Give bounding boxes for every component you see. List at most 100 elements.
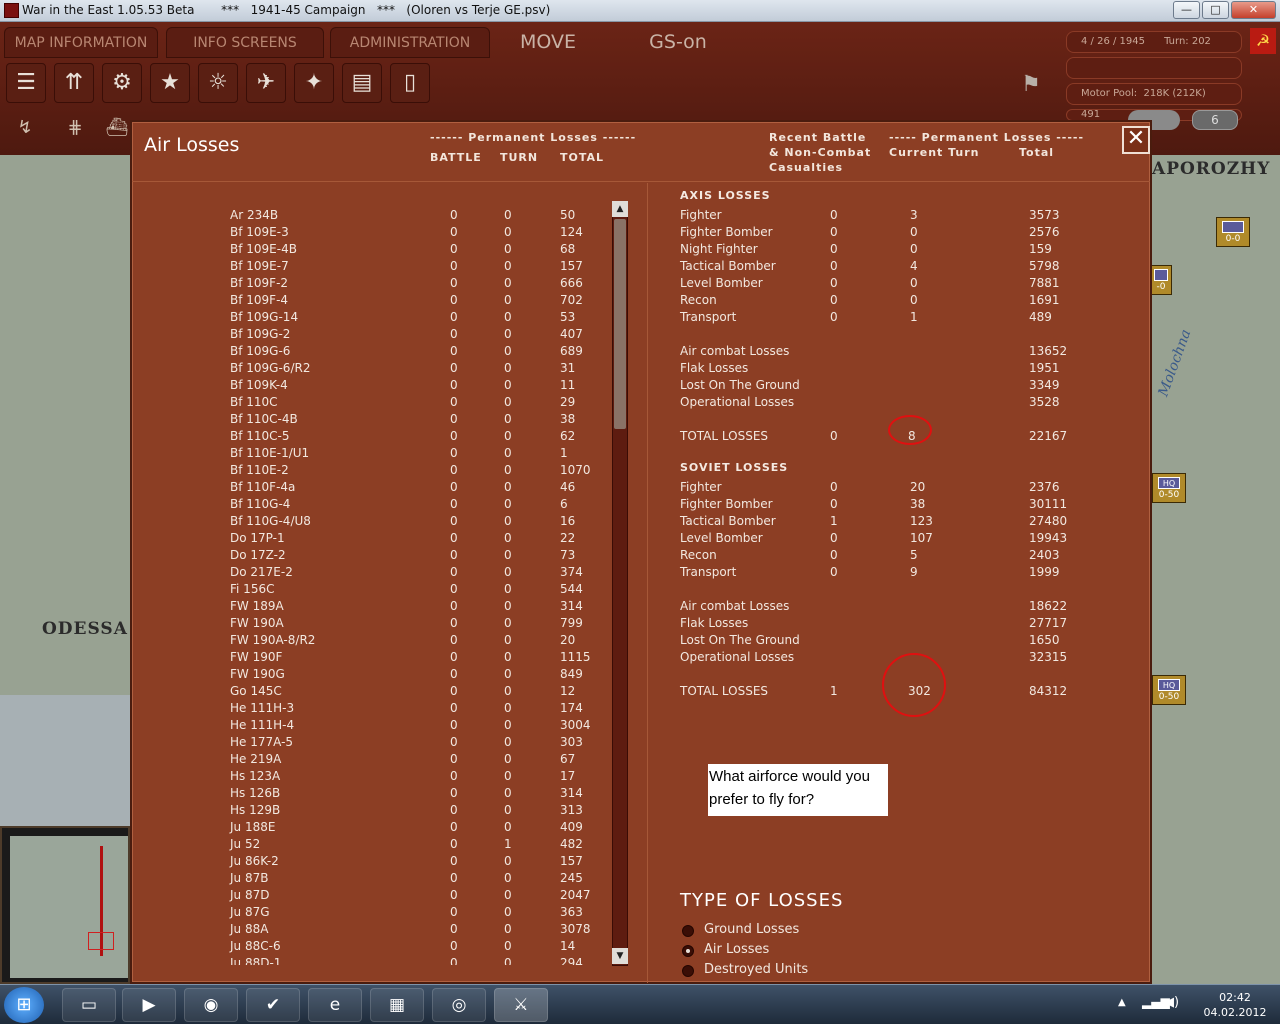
aircraft-row[interactable]: Do 17Z-2 0 0 73 [132, 546, 612, 563]
path-filter-icon[interactable]: ↯ [8, 112, 42, 144]
media-player-icon[interactable]: ▶ [122, 988, 176, 1022]
aircraft-row[interactable]: Ju 188E 0 0 409 [132, 818, 612, 835]
units-icon[interactable]: ⇈ [54, 63, 94, 103]
card-icon[interactable]: ▯ [390, 63, 430, 103]
gs-toggle-button[interactable]: GS-on [630, 27, 726, 58]
aircraft-row[interactable]: Bf 110G-4/U8 0 0 16 [132, 512, 612, 529]
scrollbar-thumb[interactable] [614, 219, 626, 429]
aircraft-row[interactable]: Ju 87B 0 0 245 [132, 869, 612, 886]
aircraft-row[interactable]: Go 145C 0 0 12 [132, 682, 612, 699]
aircraft-row[interactable]: Bf 110C-4B 0 0 38 [132, 410, 612, 427]
map-unit-counter[interactable]: -0 [1150, 265, 1172, 295]
aircraft-name: Go 145C [230, 684, 282, 698]
aircraft-row[interactable]: Bf 109F-4 0 0 702 [132, 291, 612, 308]
aircraft-row[interactable]: Bf 109E-7 0 0 157 [132, 257, 612, 274]
aircraft-row[interactable]: Bf 110G-4 0 0 6 [132, 495, 612, 512]
aircraft-row[interactable]: Do 217E-2 0 0 374 [132, 563, 612, 580]
minimap[interactable] [0, 826, 130, 984]
radio-air-losses[interactable] [682, 945, 694, 957]
aircraft-row[interactable]: Ju 87G 0 0 363 [132, 903, 612, 920]
aircraft-row[interactable]: Bf 110E-2 0 0 1070 [132, 461, 612, 478]
scroll-up-button[interactable]: ▲ [612, 201, 628, 217]
aircraft-row[interactable]: Ju 86K-2 0 0 157 [132, 852, 612, 869]
aircraft-row[interactable]: FW 190A 0 0 799 [132, 614, 612, 631]
aircraft-row[interactable]: Do 17P-1 0 0 22 [132, 529, 612, 546]
aircraft-row[interactable]: Ju 52 0 1 482 [132, 835, 612, 852]
aircraft-row[interactable]: He 111H-4 0 0 3004 [132, 716, 612, 733]
axis-total: 3573 [1029, 208, 1060, 222]
aircraft-name: Bf 109E-3 [230, 225, 289, 239]
volume-icon[interactable]: ◀) [1164, 995, 1179, 1010]
aircraft-row[interactable]: Bf 110F-4a 0 0 46 [132, 478, 612, 495]
aircraft-turn: 0 [504, 310, 512, 324]
aircraft-row[interactable]: Bf 110E-1/U1 0 0 1 [132, 444, 612, 461]
tab-info-screens[interactable]: INFO SCREENS [166, 27, 324, 58]
start-button[interactable]: ⊞ [4, 987, 44, 1023]
aircraft-row[interactable]: FW 190A-8/R2 0 0 20 [132, 631, 612, 648]
aircraft-row[interactable]: Fi 156C 0 0 544 [132, 580, 612, 597]
aircraft-row[interactable]: Ju 88C-6 0 0 14 [132, 937, 612, 954]
aircraft-row[interactable]: Bf 109K-4 0 0 11 [132, 376, 612, 393]
aircraft-row[interactable]: Bf 109E-4B 0 0 68 [132, 240, 612, 257]
aircraft-row[interactable]: Hs 123A 0 0 17 [132, 767, 612, 784]
label-air-losses[interactable]: Air Losses [704, 942, 769, 957]
clock[interactable]: 02:42 04.02.2012 [1200, 990, 1270, 1020]
close-window-button[interactable]: ✕ [1231, 1, 1276, 19]
aircraft-row[interactable]: Ju 88D-1 0 0 294 [132, 954, 612, 965]
close-dialog-button[interactable]: ✕ [1122, 126, 1150, 154]
gear-icon[interactable]: ⚙ [102, 63, 142, 103]
aircraft-row[interactable]: Bf 110C-5 0 0 62 [132, 427, 612, 444]
spotify-icon[interactable]: ◎ [432, 988, 486, 1022]
radio-destroyed-units[interactable] [682, 965, 694, 977]
radio-ground-losses[interactable] [682, 925, 694, 937]
aircraft-row[interactable]: Bf 109G-2 0 0 407 [132, 325, 612, 342]
tab-administration[interactable]: ADMINISTRATION [330, 27, 490, 58]
aircraft-row[interactable]: Ju 88A 0 0 3078 [132, 920, 612, 937]
aircraft-row[interactable]: Bf 110C 0 0 29 [132, 393, 612, 410]
aircraft-row[interactable]: Bf 109E-3 0 0 124 [132, 223, 612, 240]
star-icon[interactable]: ★ [150, 63, 190, 103]
minimize-button[interactable]: — [1173, 1, 1200, 19]
map-hq-counter[interactable]: HQ 0-50 [1152, 675, 1186, 705]
game-taskbar-icon[interactable]: ⚔ [494, 988, 548, 1022]
air-icon[interactable]: ✈ [246, 63, 286, 103]
tray-expand-icon[interactable]: ▲ [1118, 997, 1126, 1008]
explorer-icon[interactable]: ▭ [62, 988, 116, 1022]
ship-filter-icon[interactable]: ⛴ [100, 112, 134, 144]
aircraft-row[interactable]: FW 190G 0 0 849 [132, 665, 612, 682]
maximize-button[interactable]: □ [1202, 1, 1229, 19]
aircraft-row[interactable]: Hs 126B 0 0 314 [132, 784, 612, 801]
map-hq-counter[interactable]: HQ 0-50 [1152, 473, 1186, 503]
move-mode-button[interactable]: MOVE [500, 27, 596, 58]
sticky-notes-icon[interactable]: ▦ [370, 988, 424, 1022]
list-icon[interactable]: ☰ [6, 63, 46, 103]
zoom-level[interactable]: 6 [1192, 110, 1238, 130]
aircraft-row[interactable]: He 177A-5 0 0 303 [132, 733, 612, 750]
aircraft-row[interactable]: Ar 234B 0 0 50 [132, 206, 612, 223]
hp-icon[interactable]: ◉ [184, 988, 238, 1022]
aircraft-row[interactable]: Hs 129B 0 0 313 [132, 801, 612, 818]
aircraft-row[interactable]: Ju 87D 0 0 2047 [132, 886, 612, 903]
minimap-viewport[interactable] [88, 932, 114, 950]
checkmark-app-icon[interactable]: ✔ [246, 988, 300, 1022]
aircraft-list[interactable]: Ar 234B 0 0 50 Bf 109E-3 0 0 124 Bf 109E-4B 0 0 68 B… [132, 183, 612, 965]
tab-map-information[interactable]: MAP INFORMATION [4, 27, 158, 58]
railcar-icon[interactable]: ▤ [342, 63, 382, 103]
scroll-down-button[interactable]: ▼ [612, 948, 628, 964]
satellite-icon[interactable]: ✦ [294, 63, 334, 103]
internet-explorer-icon[interactable]: e [308, 988, 362, 1022]
aircraft-row[interactable]: Bf 109G-14 0 0 53 [132, 308, 612, 325]
aircraft-row[interactable]: Bf 109G-6 0 0 689 [132, 342, 612, 359]
aircraft-row[interactable]: He 111H-3 0 0 174 [132, 699, 612, 716]
label-destroyed-units[interactable]: Destroyed Units [704, 962, 808, 977]
aircraft-row[interactable]: He 219A 0 0 67 [132, 750, 612, 767]
weather-icon[interactable]: ☼ [198, 63, 238, 103]
aircraft-row[interactable]: Bf 109G-6/R2 0 0 31 [132, 359, 612, 376]
label-ground-losses[interactable]: Ground Losses [704, 922, 799, 937]
aircraft-row[interactable]: FW 189A 0 0 314 [132, 597, 612, 614]
aircraft-row[interactable]: Bf 109F-2 0 0 666 [132, 274, 612, 291]
aircraft-row[interactable]: FW 190F 0 0 1115 [132, 648, 612, 665]
flag-icon[interactable]: ⚑ [1014, 68, 1048, 102]
rail-filter-icon[interactable]: ⋕ [58, 112, 92, 144]
map-unit-counter[interactable]: 0-0 [1216, 217, 1250, 247]
